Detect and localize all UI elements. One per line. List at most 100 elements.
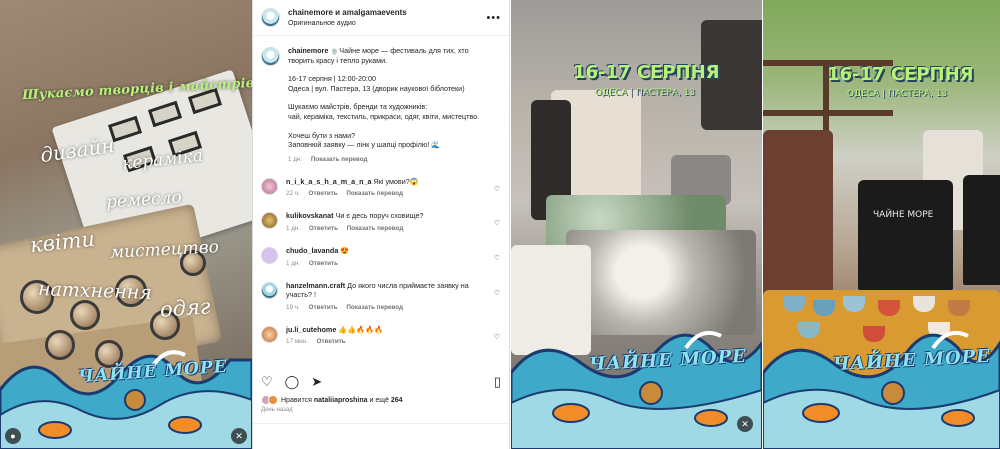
comment-item: kulikovskanat Чи є десь поруч сховище? 1… xyxy=(261,211,501,232)
event-dates: 16-17 СЕРПНЯ xyxy=(573,62,720,83)
like-comment-icon[interactable]: ♡ xyxy=(494,185,500,193)
mute-icon[interactable]: ✕ xyxy=(737,416,753,432)
caption-call: Шукаємо майстрів, бренди та художників: … xyxy=(288,102,480,121)
wave-illustration xyxy=(0,350,252,449)
caption-meta: 1 дн. Показать перевод xyxy=(288,156,485,163)
like-comment-icon[interactable]: ♡ xyxy=(494,254,500,262)
comment-body: ju.li_cutehome 👍👍🔥🔥🔥 17 мин. Ответить xyxy=(286,325,501,346)
wave-illustration xyxy=(763,331,1000,449)
instagram-post: chainemore и amalgamaevents Оригинальное… xyxy=(252,0,510,449)
post-authors[interactable]: chainemore и amalgamaevents xyxy=(288,7,486,18)
tshirt-display xyxy=(963,175,1000,285)
more-icon[interactable]: ••• xyxy=(486,12,501,24)
caption-age: 1 дн. xyxy=(288,155,303,163)
comment-line: ju.li_cutehome 👍👍🔥🔥🔥 xyxy=(286,325,485,335)
shirt-print: ЧАЙНЕ МОРЕ xyxy=(873,210,934,220)
post-actions-bar: ♡ ◯ ➤ ▯ xyxy=(253,371,509,391)
comment-meta: 22 ч. Ответить Показать перевод xyxy=(286,190,485,197)
reel-user-icon[interactable]: ● xyxy=(5,428,21,444)
wave-illustration xyxy=(511,331,762,449)
add-comment-area[interactable] xyxy=(253,423,509,449)
avatar[interactable] xyxy=(261,212,278,230)
mute-icon[interactable]: ✕ xyxy=(231,428,247,444)
translate-link[interactable]: Показать перевод xyxy=(346,304,403,311)
likes-user[interactable]: nataliiaproshina xyxy=(314,397,368,404)
avatar[interactable] xyxy=(261,47,280,66)
keyword-text: одяг xyxy=(159,294,212,322)
share-icon[interactable]: ➤ xyxy=(311,375,322,388)
comment-body: hanzelmann.craft До якого числа приймаєт… xyxy=(286,281,501,311)
comment-username[interactable]: n_i_k_a_s_h_a_m_a_n_a xyxy=(286,177,372,186)
likes-prefix: Нравится xyxy=(281,396,312,404)
comment-username[interactable]: ju.li_cutehome xyxy=(286,325,336,334)
avatar[interactable] xyxy=(261,246,278,264)
like-comment-icon[interactable]: ♡ xyxy=(494,333,500,341)
person-silhouette xyxy=(763,130,833,300)
author-avatar[interactable] xyxy=(261,8,280,27)
post-header: chainemore и amalgamaevents Оригинальное… xyxy=(253,0,509,36)
reply-button[interactable]: Ответить xyxy=(309,260,338,267)
comment-body: n_i_k_a_s_h_a_m_a_n_a Які умови?😱 22 ч. … xyxy=(286,177,501,198)
translate-link[interactable]: Показать перевод xyxy=(311,156,368,163)
translate-link[interactable]: Показать перевод xyxy=(347,225,404,232)
caption-apply: Хочеш бути з нами? Заповнюй заявку — лін… xyxy=(288,130,441,150)
right-reel[interactable]: ЧАЙНЕ МОРЕ 16-17 СЕРПНЯ ОДЕСА | ПАСТЕРА,… xyxy=(763,0,1000,449)
comment-username[interactable]: chudo_lavanda xyxy=(286,246,338,255)
reply-button[interactable]: Ответить xyxy=(309,304,338,311)
event-dates: 16-17 СЕРПНЯ xyxy=(827,64,974,85)
page: Шукаємо творців і майстрів дизайн керамі… xyxy=(0,0,1000,449)
header-text: chainemore и amalgamaevents Оригинальное… xyxy=(288,7,486,29)
likes-count[interactable]: 264 xyxy=(391,397,403,404)
post-date: День назад xyxy=(261,407,293,413)
caption-line: chainemore 🍵Чайне море — фестиваль для т… xyxy=(288,46,485,65)
comment-line: chudo_lavanda 😍 xyxy=(286,246,485,256)
event-address: ОДЕСА | ПАСТЕРА, 13 xyxy=(595,88,696,98)
bookmark-icon[interactable]: ▯ xyxy=(494,375,501,388)
comment-text: Чи є десь поруч сховище? xyxy=(335,211,424,221)
comment-icon[interactable]: ◯ xyxy=(285,375,300,388)
reply-button[interactable]: Ответить xyxy=(309,225,338,232)
comment-item: ju.li_cutehome 👍👍🔥🔥🔥 17 мин. Ответить ♡ xyxy=(261,325,501,346)
comment-item: hanzelmann.craft До якого числа приймаєт… xyxy=(261,281,501,311)
post-caption: chainemore 🍵Чайне море — фестиваль для т… xyxy=(261,46,501,163)
pendant xyxy=(70,300,100,330)
caption-username[interactable]: chainemore xyxy=(288,46,328,55)
comment-age: 1 дн. xyxy=(286,259,301,267)
comment-item: n_i_k_a_s_h_a_m_a_n_a Які умови?😱 22 ч. … xyxy=(261,177,501,198)
comments-section: chainemore 🍵Чайне море — фестиваль для т… xyxy=(253,36,509,366)
comment-age: 1 дн. xyxy=(286,224,301,232)
comment-age: 22 ч. xyxy=(286,190,300,198)
avatar[interactable] xyxy=(261,325,278,343)
audio-label[interactable]: Оригинальное аудио xyxy=(288,18,486,29)
likes-text: Нравится nataliiaproshina и ещё 264 xyxy=(281,397,403,404)
comment-meta: 1 дн. Ответить Показать перевод xyxy=(286,225,485,232)
comment-text: 👍👍🔥🔥🔥 xyxy=(338,324,384,334)
comment-username[interactable]: kulikovskanat xyxy=(286,211,334,220)
caption-dates: 16-17 серпня | 12:00-20:00 Одеса | вул. … xyxy=(288,74,465,93)
tshirt-display xyxy=(858,180,953,290)
comment-line: kulikovskanat Чи є десь поруч сховище? xyxy=(286,211,485,221)
left-reel[interactable]: Шукаємо творців і майстрів дизайн керамі… xyxy=(0,0,252,449)
comment-text: Які умови?😱 xyxy=(373,176,419,186)
likes-summary[interactable]: Нравится nataliiaproshina и ещё 264 xyxy=(261,395,403,405)
comment-age: 17 мин. xyxy=(286,338,308,346)
avatar[interactable] xyxy=(261,281,278,299)
heart-icon[interactable]: ♡ xyxy=(261,375,273,388)
comment-meta: 17 мин. Ответить xyxy=(286,338,485,345)
comment-meta: 19 ч. Ответить Показать перевод xyxy=(286,304,485,311)
event-address: ОДЕСА | ПАСТЕРА, 13 xyxy=(847,89,948,99)
likes-suffix: и ещё xyxy=(369,396,389,404)
comment-meta: 1 дн. Ответить xyxy=(286,260,485,267)
comment-line: hanzelmann.craft До якого числа приймаєт… xyxy=(286,281,485,300)
comment-line: n_i_k_a_s_h_a_m_a_n_a Які умови?😱 xyxy=(286,177,485,187)
comment-body: chudo_lavanda 😍 1 дн. Ответить xyxy=(286,246,501,267)
mid-reel[interactable]: 16-17 СЕРПНЯ ОДЕСА | ПАСТЕРА, 13 ЧАЙНЕ М… xyxy=(511,0,762,449)
translate-link[interactable]: Показать перевод xyxy=(346,190,403,197)
comment-text: 😍 xyxy=(340,245,350,255)
comment-username[interactable]: hanzelmann.craft xyxy=(286,281,345,290)
like-comment-icon[interactable]: ♡ xyxy=(494,219,500,227)
reply-button[interactable]: Ответить xyxy=(317,338,346,345)
like-comment-icon[interactable]: ♡ xyxy=(494,289,500,297)
avatar[interactable] xyxy=(261,177,278,195)
reply-button[interactable]: Ответить xyxy=(309,190,338,197)
